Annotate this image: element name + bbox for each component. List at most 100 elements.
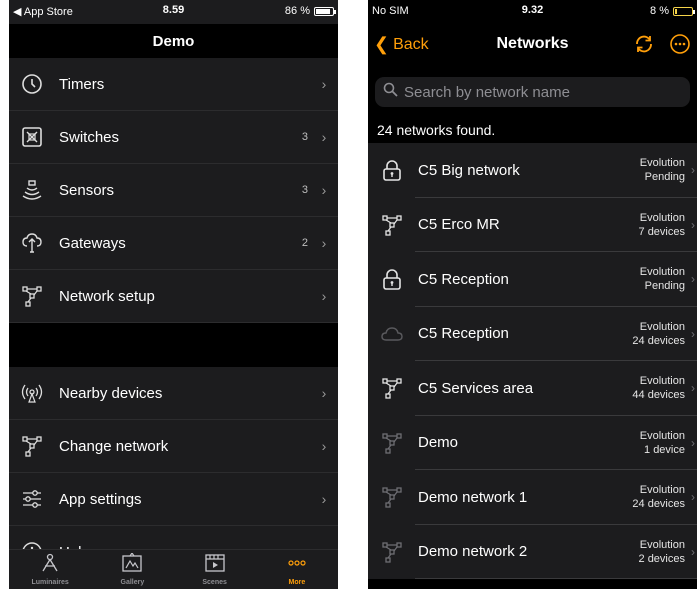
menu-item-gateways[interactable]: Gateways 2 › (9, 217, 338, 270)
network-list: C5 Big network Evolution Pending › C5 Er… (368, 143, 697, 579)
network-meta: Evolution 1 device (640, 429, 685, 457)
menu-item-count: 3 (301, 184, 308, 196)
network-icon (378, 211, 406, 239)
network-name: C5 Reception (418, 270, 509, 288)
network-name: C5 Reception (418, 325, 509, 343)
network-icon (378, 374, 406, 402)
tab-more[interactable]: More (256, 550, 338, 589)
network-status: Pending (644, 171, 685, 184)
network-name: C5 Services area (418, 379, 534, 397)
sensor-icon (19, 177, 45, 203)
nav-bar: Demo (9, 24, 338, 58)
chevron-right-icon: › (321, 385, 327, 401)
network-dim-icon (378, 538, 406, 566)
chevron-right-icon: › (691, 217, 695, 232)
tab-bar: Luminaires Gallery Scenes More (9, 549, 338, 589)
network-row[interactable]: Demo Evolution 1 device › (368, 415, 697, 470)
menu-item-label: Change network (59, 437, 169, 455)
network-status: 2 devices (638, 552, 685, 565)
network-meta: Evolution 24 devices (632, 483, 685, 511)
network-status: 7 devices (638, 225, 685, 238)
network-type: Evolution (639, 375, 685, 388)
lock-icon (378, 265, 406, 293)
back-button[interactable]: ❮ Back (374, 34, 429, 55)
menu-item-switches[interactable]: Switches 3 › (9, 111, 338, 164)
network-row[interactable]: C5 Erco MR Evolution 7 devices › (368, 197, 697, 252)
chevron-right-icon: › (691, 381, 695, 395)
menu-item-label: Timers (59, 75, 105, 93)
status-bar: No SIM 9.32 8 % (368, 0, 697, 24)
tab-gallery[interactable]: Gallery (91, 550, 173, 589)
battery-status: 8 % (650, 5, 695, 17)
network-meta: Evolution Pending (640, 265, 685, 293)
chevron-right-icon: › (691, 435, 695, 450)
status-bar: ◀ App Store 8.59 86 % (9, 0, 338, 24)
battery-icon (314, 6, 336, 16)
menu-group-main: Timers › Switches 3 › Sensors 3 › Gatewa… (9, 58, 338, 579)
lock-icon (378, 156, 406, 184)
menu-item-change-network[interactable]: Change network › (9, 420, 338, 473)
gateway-icon (19, 230, 45, 256)
network-row[interactable]: C5 Services area Evolution 44 devices › (368, 361, 697, 416)
network-status: 24 devices (632, 498, 685, 511)
network-meta: Evolution 24 devices (632, 320, 685, 348)
chevron-right-icon: › (321, 288, 327, 304)
tab-scenes[interactable]: Scenes (174, 550, 256, 589)
more-options-icon[interactable] (669, 33, 691, 60)
gallery-icon (121, 551, 143, 578)
menu-item-label: Nearby devices (59, 384, 163, 402)
menu-item-label: Network setup (59, 287, 155, 305)
status-time: 9.32 (521, 4, 544, 16)
network-icon (19, 283, 45, 309)
network-meta: Evolution 2 devices (639, 538, 685, 566)
battery-percent: 86 % (284, 5, 310, 17)
network-type: Evolution (639, 320, 685, 333)
page-title: Demo (152, 32, 195, 50)
carrier-status: No SIM (372, 5, 409, 17)
tab-label: Scenes (202, 579, 227, 586)
chevron-right-icon: › (691, 490, 695, 504)
settings-sliders-icon (19, 486, 45, 512)
chevron-right-icon: › (321, 129, 327, 145)
network-name: Demo network 2 (418, 543, 528, 561)
menu-item-nearby-devices[interactable]: Nearby devices › (9, 367, 338, 420)
chevron-left-icon: ❮ (374, 34, 390, 54)
network-type: Evolution (639, 538, 685, 551)
chevron-right-icon: › (321, 235, 327, 251)
chevron-right-icon: › (691, 544, 695, 559)
network-type: Evolution (639, 429, 685, 442)
search-input[interactable] (404, 83, 664, 101)
network-type: Evolution (639, 266, 685, 279)
network-row[interactable]: Demo network 1 Evolution 24 devices › (368, 470, 697, 525)
tab-luminaires[interactable]: Luminaires (9, 550, 91, 589)
battery-status: 86 % (284, 5, 336, 17)
network-icon (19, 433, 45, 459)
menu-item-app-settings[interactable]: App settings › (9, 473, 338, 526)
search-icon (383, 82, 398, 102)
results-count: 24 networks found. (377, 122, 496, 138)
network-dim-icon (378, 429, 406, 457)
menu-item-network-setup[interactable]: Network setup › (9, 270, 338, 323)
network-status: 24 devices (632, 334, 685, 347)
network-row[interactable]: Demo network 2 Evolution 2 devices › (368, 524, 697, 579)
menu-item-timers[interactable]: Timers › (9, 58, 338, 111)
network-status: 1 device (644, 443, 685, 456)
network-meta: Evolution Pending (640, 156, 685, 184)
luminaire-icon (39, 553, 61, 578)
network-type: Evolution (639, 157, 685, 170)
menu-item-label: App settings (59, 490, 142, 508)
section-divider (9, 323, 338, 367)
chevron-right-icon: › (321, 438, 327, 454)
battery-charging-icon (673, 6, 695, 16)
nearby-icon (19, 380, 45, 406)
network-row[interactable]: C5 Big network Evolution Pending › (368, 143, 697, 198)
back-to-app-store[interactable]: ◀ App Store (13, 5, 73, 18)
more-icon (286, 553, 308, 578)
refresh-icon[interactable] (633, 33, 655, 60)
menu-item-label: Switches (59, 128, 120, 146)
network-row[interactable]: C5 Reception Evolution 24 devices › (368, 306, 697, 361)
menu-item-sensors[interactable]: Sensors 3 › (9, 164, 338, 217)
network-type: Evolution (639, 211, 685, 224)
network-row[interactable]: C5 Reception Evolution Pending › (368, 252, 697, 307)
chevron-right-icon: › (691, 163, 695, 177)
